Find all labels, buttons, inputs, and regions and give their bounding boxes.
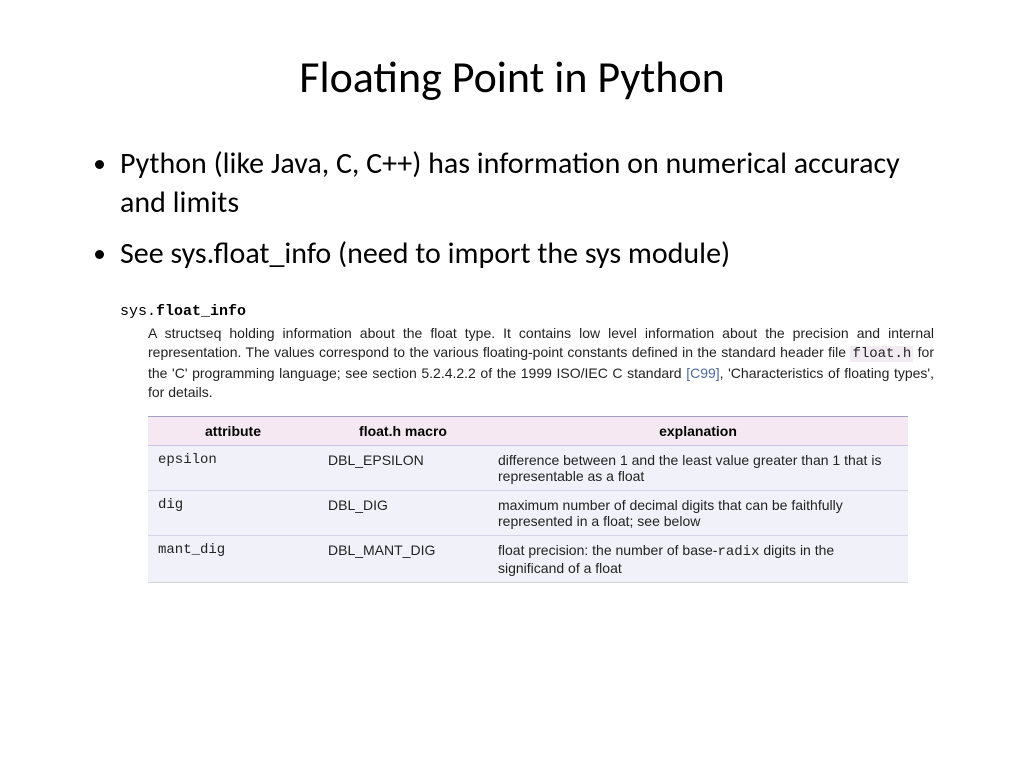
doc-attr-name: float_info	[156, 303, 246, 320]
table-header: attribute	[148, 416, 318, 445]
table-row: mant_dig DBL_MANT_DIG float precision: t…	[148, 535, 908, 582]
attribute-table: attribute float.h macro explanation epsi…	[148, 416, 908, 583]
cell-text: float precision: the number of base-	[498, 542, 717, 558]
table-header: explanation	[488, 416, 908, 445]
cell-attribute: dig	[148, 490, 318, 535]
cell-inline-code: radix	[717, 544, 759, 560]
cell-macro: DBL_MANT_DIG	[318, 535, 488, 582]
doc-description: A structseq holding information about th…	[148, 324, 934, 402]
table-header: float.h macro	[318, 416, 488, 445]
doc-heading: sys.float_info	[120, 303, 934, 320]
cell-explanation: maximum number of decimal digits that ca…	[488, 490, 908, 535]
cell-macro: DBL_EPSILON	[318, 445, 488, 490]
cell-attribute: epsilon	[148, 445, 318, 490]
doc-citation-link[interactable]: [C99]	[686, 365, 719, 381]
bullet-item: Python (like Java, C, C++) has informati…	[120, 144, 934, 222]
slide-title: Floating Point in Python	[90, 50, 934, 104]
documentation-block: sys.float_info A structseq holding infor…	[120, 303, 934, 583]
bullet-list: Python (like Java, C, C++) has informati…	[90, 144, 934, 273]
cell-explanation: difference between 1 and the least value…	[488, 445, 908, 490]
slide: Floating Point in Python Python (like Ja…	[0, 0, 1024, 583]
bullet-item: See sys.float_info (need to import the s…	[120, 234, 934, 273]
doc-module: sys.	[120, 303, 156, 320]
cell-attribute: mant_dig	[148, 535, 318, 582]
table-row: epsilon DBL_EPSILON difference between 1…	[148, 445, 908, 490]
cell-macro: DBL_DIG	[318, 490, 488, 535]
doc-inline-code: float.h	[850, 346, 913, 362]
table-header-row: attribute float.h macro explanation	[148, 416, 908, 445]
doc-text: A structseq holding information about th…	[148, 325, 934, 360]
table-row: dig DBL_DIG maximum number of decimal di…	[148, 490, 908, 535]
cell-explanation: float precision: the number of base-radi…	[488, 535, 908, 582]
